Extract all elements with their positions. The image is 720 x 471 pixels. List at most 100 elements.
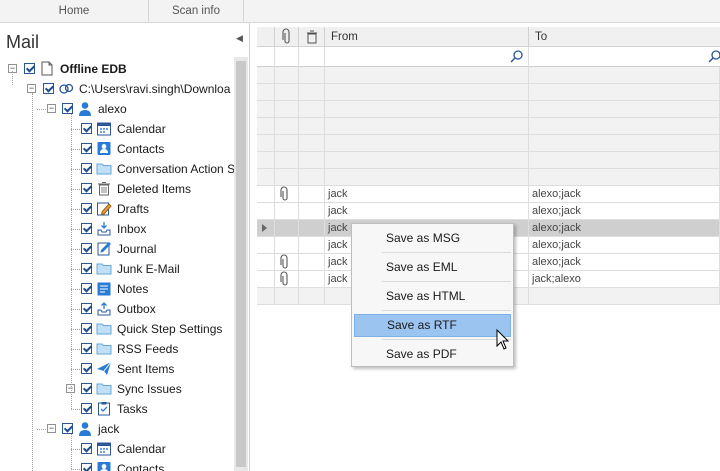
menu-item-save-as-rtf[interactable]: Save as RTF <box>354 314 511 337</box>
menu-separator <box>382 310 511 311</box>
folder-checkbox[interactable] <box>81 463 92 471</box>
to-filter-input[interactable] <box>529 47 720 67</box>
deleted-cell <box>299 101 325 118</box>
folder-checkbox[interactable] <box>81 183 92 194</box>
attachment-cell <box>275 254 299 271</box>
tree-item-alexo-deleted-items[interactable]: Deleted Items <box>0 179 234 199</box>
tree-connector <box>71 149 80 150</box>
folder-checkbox[interactable] <box>81 443 92 454</box>
filter-cell <box>257 47 275 67</box>
folder-checkbox[interactable] <box>62 423 73 434</box>
to-cell <box>529 118 720 135</box>
row-selector <box>257 203 275 220</box>
menu-item-save-as-eml[interactable]: Save as EML <box>354 256 511 279</box>
tree-item-jack-calendar[interactable]: Calendar <box>0 439 234 459</box>
current-row-arrow-icon <box>262 224 267 232</box>
tree-item-alexo-calendar[interactable]: Calendar <box>0 119 234 139</box>
tree-item-alexo-junk-e-mail[interactable]: Junk E-Mail <box>0 259 234 279</box>
tree-item-jack-contacts[interactable]: Contacts <box>0 459 234 471</box>
tree-item-alexo-contacts[interactable]: Contacts <box>0 139 234 159</box>
folder-checkbox[interactable] <box>81 343 92 354</box>
folder-checkbox[interactable] <box>24 63 35 74</box>
table-row[interactable] <box>257 135 720 152</box>
scrollbar-thumb[interactable] <box>236 61 246 467</box>
to-column-header[interactable]: To <box>529 27 720 47</box>
user-icon <box>77 101 93 116</box>
table-row[interactable] <box>257 169 720 186</box>
folder-checkbox[interactable] <box>81 323 92 334</box>
grid-header: From To <box>257 27 720 47</box>
search-icon[interactable] <box>707 49 720 65</box>
calendar-icon <box>96 441 112 456</box>
tab-scan-info[interactable]: Scan info <box>149 0 244 23</box>
tree-item-alexo-tasks[interactable]: Tasks <box>0 399 234 419</box>
tree-item-root[interactable]: − Offline EDB <box>0 59 234 79</box>
deleted-column-header[interactable] <box>299 27 325 47</box>
from-filter-input[interactable] <box>325 47 529 67</box>
tree-item-alexo-sent-items[interactable]: Sent Items <box>0 359 234 379</box>
folder-checkbox[interactable] <box>81 223 92 234</box>
folder-checkbox[interactable] <box>81 383 92 394</box>
tree-item-mailbox-jack[interactable]: − jack <box>0 419 234 439</box>
from-cell <box>325 135 529 152</box>
folder-checkbox[interactable] <box>81 123 92 134</box>
tree-item-path[interactable]: − C:\Users\ravi.singh\Downloa <box>0 79 234 99</box>
tree-item-alexo-quick-step-settings[interactable]: Quick Step Settings <box>0 319 234 339</box>
search-icon[interactable] <box>509 49 525 65</box>
tree-connector <box>71 129 80 130</box>
tree-item-alexo-inbox[interactable]: Inbox <box>0 219 234 239</box>
menu-item-save-as-msg[interactable]: Save as MSG <box>354 227 511 250</box>
deleted-cell <box>299 169 325 186</box>
table-row[interactable] <box>257 101 720 118</box>
attachment-icon <box>282 28 290 44</box>
tree-item-alexo-sync-issues[interactable]: − Sync Issues <box>0 379 234 399</box>
from-column-header[interactable]: From <box>325 27 529 47</box>
row-selector <box>257 220 275 237</box>
tab-home[interactable]: Home <box>0 0 149 23</box>
folder-checkbox[interactable] <box>81 263 92 274</box>
tree-connector <box>71 249 80 250</box>
tree-item-alexo-rss-feeds[interactable]: RSS Feeds <box>0 339 234 359</box>
row-selector <box>257 101 275 118</box>
tree-item-alexo-journal[interactable]: Journal <box>0 239 234 259</box>
tree-item-alexo-outbox[interactable]: Outbox <box>0 299 234 319</box>
folder-checkbox[interactable] <box>81 363 92 374</box>
menu-item-save-as-pdf[interactable]: Save as PDF <box>354 343 511 366</box>
tree-connector <box>71 409 80 410</box>
attachment-column-header[interactable] <box>275 27 299 47</box>
collapse-pane-icon[interactable]: ◀ <box>236 33 243 44</box>
tree-item-mailbox-alexo[interactable]: − alexo <box>0 99 234 119</box>
folder-checkbox[interactable] <box>81 283 92 294</box>
tree-item-alexo-drafts[interactable]: Drafts <box>0 199 234 219</box>
folder-checkbox[interactable] <box>81 163 92 174</box>
folder-checkbox[interactable] <box>43 83 54 94</box>
collapse-toggle-icon[interactable]: − <box>47 104 56 113</box>
attachment-cell <box>275 84 299 101</box>
folder-checkbox[interactable] <box>62 103 73 114</box>
sidebar-scrollbar[interactable] <box>234 57 248 471</box>
tree-connector <box>71 269 80 270</box>
menu-item-save-as-html[interactable]: Save as HTML <box>354 285 511 308</box>
folder-checkbox[interactable] <box>81 403 92 414</box>
table-row[interactable] <box>257 84 720 101</box>
folder-checkbox[interactable] <box>81 203 92 214</box>
tree-item-label: C:\Users\ravi.singh\Downloa <box>79 82 231 96</box>
tree-connector <box>37 429 46 430</box>
table-row[interactable] <box>257 152 720 169</box>
table-row[interactable]: jack alexo;jack <box>257 186 720 203</box>
folder-checkbox[interactable] <box>81 303 92 314</box>
tree-item-alexo-conversation-action-s[interactable]: Conversation Action S <box>0 159 234 179</box>
table-row[interactable]: jack alexo;jack <box>257 203 720 220</box>
table-row[interactable] <box>257 67 720 84</box>
tree-item-label: Notes <box>117 282 149 296</box>
tree-item-alexo-notes[interactable]: Notes <box>0 279 234 299</box>
folder-icon <box>96 321 112 336</box>
deleted-cell <box>299 254 325 271</box>
folder-checkbox[interactable] <box>81 143 92 154</box>
collapse-toggle-icon[interactable]: − <box>47 424 56 433</box>
folder-checkbox[interactable] <box>81 243 92 254</box>
collapse-toggle-icon[interactable]: − <box>27 84 36 93</box>
table-row[interactable] <box>257 118 720 135</box>
menu-separator <box>382 281 511 282</box>
row-selector <box>257 254 275 271</box>
